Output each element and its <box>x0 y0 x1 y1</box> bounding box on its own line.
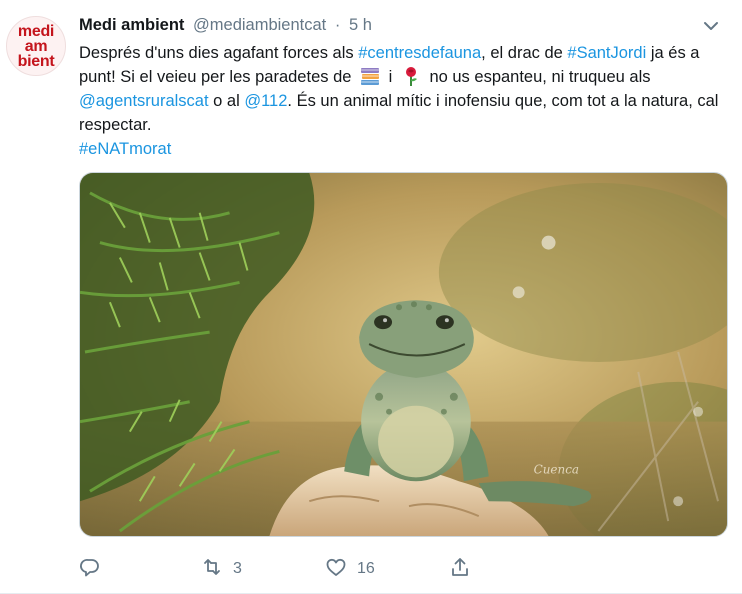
text-segment: , el drac de <box>481 44 568 62</box>
mention-link[interactable]: @agentsruralscat <box>79 92 209 110</box>
reply-button[interactable] <box>79 556 111 582</box>
text-segment: Després d'uns dies agafant forces als <box>79 44 359 62</box>
timestamp[interactable]: 5 h <box>349 16 372 34</box>
display-name[interactable]: Medi ambient <box>79 16 184 34</box>
share-icon <box>449 556 471 583</box>
tweet-actions: 3 16 <box>79 556 639 582</box>
hashtag-link[interactable]: #centresdefauna <box>358 44 481 62</box>
tweet-photo[interactable]: Cuenca <box>79 172 728 537</box>
hashtag-link[interactable]: #SantJordi <box>567 44 646 62</box>
avatar-line: bient <box>17 52 55 70</box>
books-icon <box>359 66 381 86</box>
hashtag-link[interactable]: #eNATmorat <box>79 140 171 158</box>
avatar-line: medi <box>17 22 55 40</box>
text-segment: no us espanteu, ni truqueu als <box>424 68 651 86</box>
user-handle[interactable]: @mediambientcat <box>193 16 326 34</box>
tweet-header: Medi ambient @mediambientcat · 5 h <box>79 16 722 38</box>
reply-icon <box>79 556 101 583</box>
separator-dot: · <box>334 16 341 34</box>
tweet-card[interactable]: medi am bient Medi ambient @mediambientc… <box>0 0 742 594</box>
rose-icon <box>400 66 422 86</box>
share-button[interactable] <box>449 556 471 582</box>
retweet-button[interactable]: 3 <box>201 556 242 582</box>
lizard-photo: Cuenca <box>80 173 727 536</box>
chevron-down-icon[interactable] <box>700 15 722 37</box>
text-segment: i <box>384 68 397 86</box>
retweet-icon <box>201 556 223 583</box>
like-button[interactable]: 16 <box>325 556 375 582</box>
text-segment: o al <box>208 92 245 110</box>
avatar-line: am <box>24 37 48 55</box>
photo-watermark: Cuenca <box>534 462 579 476</box>
like-count: 16 <box>357 560 375 577</box>
mention-link[interactable]: @112 <box>244 92 287 110</box>
tweet-text: Després d'uns dies agafant forces als #c… <box>79 41 734 161</box>
avatar[interactable]: medi am bient <box>6 16 66 76</box>
retweet-count: 3 <box>233 560 242 577</box>
heart-icon <box>325 556 347 583</box>
